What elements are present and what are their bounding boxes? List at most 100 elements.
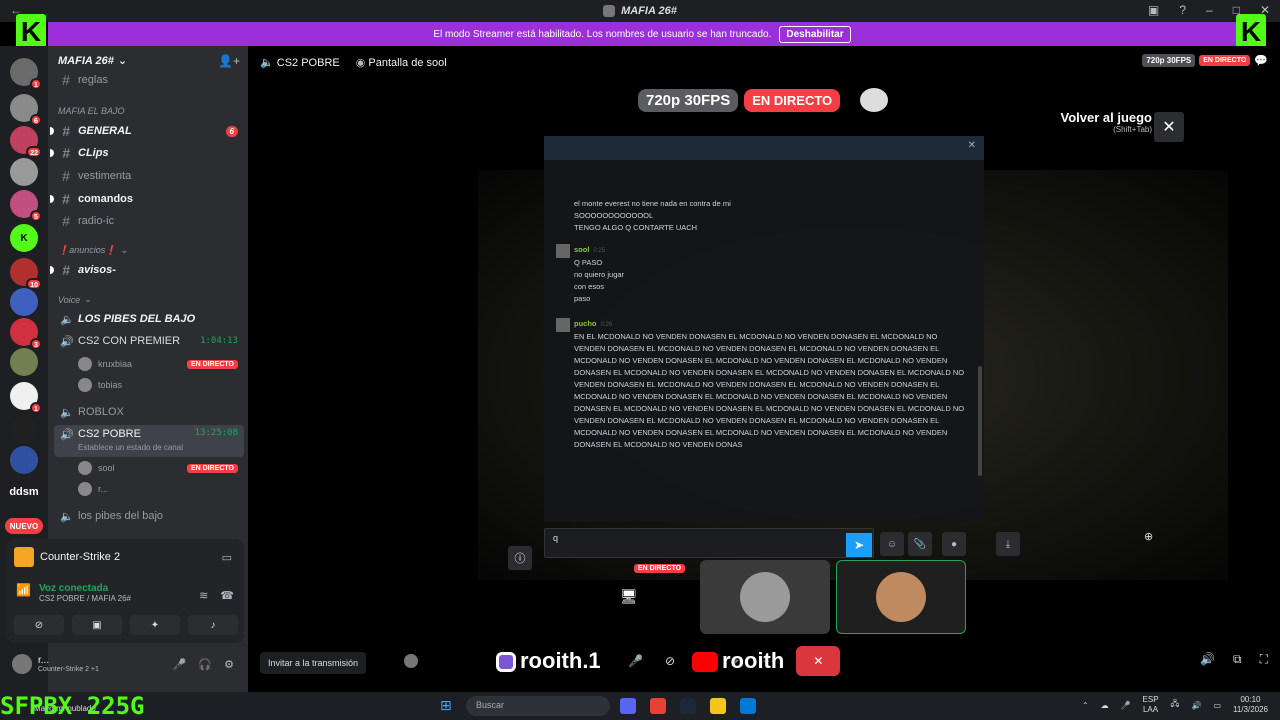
voice-channel-cs2-pobre[interactable]: 🔊 CS2 POBRE 13:25:08 Establece un estado… <box>54 425 244 457</box>
server-name-dropdown[interactable]: MAFIA 26# ⌄ <box>58 54 127 68</box>
send-button[interactable]: ➤ <box>846 533 872 557</box>
camera-off-button[interactable]: ⊘ <box>14 615 64 635</box>
invite-member-icon[interactable]: 👤+ <box>218 54 240 68</box>
voice-connected-label[interactable]: Voz conectada <box>39 583 131 594</box>
voice-channel-cs2-premier[interactable]: 🔊 CS2 CON PREMIER 1:04:13 <box>54 331 244 351</box>
volume-icon[interactable]: 🔊 <box>1191 701 1201 710</box>
notification-badge: 5 <box>30 210 42 222</box>
channel-reglas[interactable]: # reglas <box>54 70 244 90</box>
server-icon[interactable]: 10 <box>10 258 42 290</box>
disconnect-icon[interactable]: ☎ <box>220 589 234 602</box>
microphone-icon[interactable]: 🎤 <box>1121 701 1131 710</box>
microphone-icon[interactable]: 🎤 <box>173 658 187 671</box>
channel-item[interactable]: # CLips <box>50 143 244 163</box>
close-overlay-button[interactable]: ✕ <box>1154 112 1184 142</box>
attachment-icon[interactable]: 📎 <box>908 532 932 556</box>
help-icon[interactable]: ? <box>1179 3 1186 17</box>
voice-channel-los-pibes[interactable]: 🔈 LOS PIBES DEL BAJO <box>54 309 244 329</box>
channel-item[interactable]: # GENERAL 6 <box>50 121 244 141</box>
tray-expand-icon[interactable]: ⌃ <box>1082 701 1089 710</box>
chat-bubble-icon[interactable]: 💬 <box>1254 54 1268 67</box>
voice-user[interactable]: sool EN DIRECTO <box>78 459 238 477</box>
fullscreen-icon[interactable]: ⛶ <box>1260 652 1268 667</box>
channel-item[interactable]: # radio-ic <box>54 211 244 231</box>
category-mafia-el-bajo[interactable]: MAFIA EL BAJO <box>58 106 125 116</box>
emoji-icon[interactable]: ☺ <box>880 532 904 556</box>
microphone-icon[interactable]: 🎤 <box>628 654 643 668</box>
chat-scrollbar[interactable] <box>978 366 982 476</box>
server-icon[interactable]: 6 <box>10 94 42 126</box>
voice-channel-roblox[interactable]: 🔈 ROBLOX <box>54 402 244 422</box>
onedrive-icon[interactable]: ☁ <box>1101 701 1109 710</box>
soundboard-button[interactable]: ♪ <box>188 615 238 635</box>
voice-user[interactable]: r... <box>78 480 238 498</box>
info-icon[interactable]: ⓘ <box>508 546 532 570</box>
stop-stream-button[interactable]: ✕ <box>796 646 841 676</box>
channel-item[interactable]: # comandos <box>50 189 244 209</box>
edge-taskbar-icon[interactable] <box>740 698 756 714</box>
volume-icon[interactable]: 🔊 <box>1200 652 1215 667</box>
channel-status[interactable]: Establece un estado de canal <box>78 443 183 452</box>
message-text: con esos <box>574 282 605 291</box>
explorer-taskbar-icon[interactable] <box>710 698 726 714</box>
server-icon[interactable]: 5 <box>10 190 42 222</box>
server-icon[interactable] <box>10 446 38 474</box>
headphones-icon[interactable]: 🎧 <box>198 658 212 671</box>
category-anuncios[interactable]: ❗anuncios❗ ⌄ <box>58 245 128 256</box>
screen-share-button[interactable]: ▣ <box>72 615 122 635</box>
voice-location[interactable]: CS2 POBRE / MAFIA 26# <box>39 594 131 603</box>
server-icon[interactable]: 1 <box>10 382 42 414</box>
server-icon[interactable]: ddsm <box>6 478 42 506</box>
new-badge[interactable]: NUEVO <box>5 518 43 534</box>
steam-taskbar-icon[interactable] <box>680 698 696 714</box>
server-icon[interactable] <box>10 348 38 376</box>
windows-start-icon[interactable]: ⊞ <box>440 697 452 714</box>
message-avatar[interactable] <box>556 318 570 332</box>
call-timer: 13:25:08 <box>194 428 238 438</box>
server-icon[interactable] <box>10 416 38 444</box>
chat-input[interactable]: q <box>544 528 874 558</box>
server-icon[interactable]: 22 <box>10 126 42 158</box>
voice-icon[interactable]: ● <box>942 532 966 556</box>
minimize-button[interactable]: – <box>1206 3 1213 17</box>
message-author[interactable]: sool <box>574 245 589 254</box>
discord-taskbar-icon[interactable] <box>620 698 636 714</box>
zoom-icon[interactable]: ⊕ <box>1144 530 1153 543</box>
taskbar-search[interactable]: Buscar <box>466 696 610 716</box>
noise-suppression-icon[interactable]: ≋ <box>199 589 208 602</box>
voice-channel-los-pibes-lower[interactable]: 🔈 los pibes del bajo <box>54 506 244 526</box>
chrome-taskbar-icon[interactable] <box>650 698 666 714</box>
camera-off-icon[interactable]: ⊘ <box>665 654 675 668</box>
server-icon[interactable] <box>10 158 38 186</box>
battery-icon[interactable]: ▭ <box>1213 701 1221 710</box>
game-icon <box>14 547 34 567</box>
share-screen-icon[interactable]: ▭ <box>222 551 232 564</box>
channel-item[interactable]: # vestimenta <box>54 166 244 186</box>
message-avatar[interactable] <box>556 244 570 258</box>
participant-tile[interactable] <box>700 560 830 634</box>
server-icon[interactable] <box>10 288 38 316</box>
category-voice[interactable]: Voice ⌄ <box>58 294 92 305</box>
server-icon[interactable]: 3 <box>10 318 42 350</box>
server-icon[interactable]: 1 <box>10 58 42 90</box>
pop-out-icon[interactable]: ⧉ <box>1233 652 1242 667</box>
participant-tile[interactable] <box>836 560 966 634</box>
settings-gear-icon[interactable]: ⚙ <box>224 658 234 671</box>
channel-avisos[interactable]: # avisos- <box>50 260 244 280</box>
activities-button[interactable]: ✦ <box>130 615 180 635</box>
avatar <box>78 482 92 496</box>
voice-user[interactable]: tobias <box>78 376 238 394</box>
collapse-icon[interactable]: ⤓ <box>996 532 1020 556</box>
voice-user[interactable]: kruxbiaa EN DIRECTO <box>78 355 238 373</box>
language-indicator[interactable]: ESP LAA <box>1143 695 1159 715</box>
server-icon[interactable]: K <box>10 224 38 252</box>
taskbar-clock[interactable]: 00:10 11/3/2026 <box>1233 695 1268 715</box>
close-icon[interactable]: ✕ <box>968 140 976 151</box>
inbox-icon[interactable]: ▣ <box>1148 3 1159 17</box>
message-author[interactable]: pucho <box>574 319 597 328</box>
invite-to-stream-button[interactable]: Invitar a la transmisión <box>260 652 367 674</box>
network-icon[interactable]: 🖧 <box>1171 698 1180 712</box>
user-avatar[interactable] <box>12 654 32 674</box>
disable-streamer-button[interactable]: Deshabilitar <box>779 25 851 43</box>
back-to-game[interactable]: Volver al juego (Shift+Tab) <box>1060 110 1152 134</box>
